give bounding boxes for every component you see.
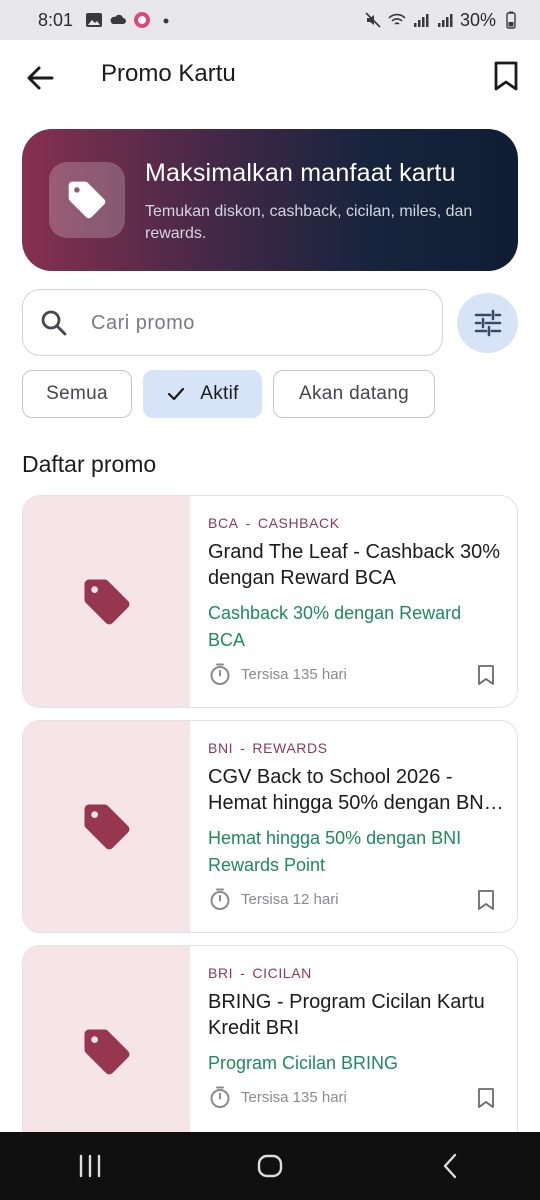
hero-banner: Maksimalkan manfaat kartu Temukan diskon… <box>22 129 518 271</box>
hero-icon-box <box>49 162 125 238</box>
mute-icon <box>365 12 381 28</box>
promo-body: BRI - CICILAN BRING - Program Cicilan Kart… <box>208 946 503 1157</box>
hero-title: Maksimalkan manfaat kartu <box>145 159 456 187</box>
promo-footer: Tersisa 12 hari <box>208 887 339 911</box>
chip-all[interactable]: Semua <box>22 370 132 418</box>
promo-highlight: Cashback 30% dengan Reward BCA <box>208 603 462 650</box>
filter-button[interactable] <box>457 293 518 353</box>
promo-thumbnail <box>23 496 190 707</box>
hero-subtitle: Temukan diskon, cashback, cicilan, miles… <box>145 203 473 242</box>
page-title: Promo Kartu <box>101 60 236 87</box>
promo-thumbnail <box>23 946 190 1157</box>
home-button[interactable] <box>240 1141 300 1191</box>
promo-meta: BRI - CICILAN <box>208 965 312 981</box>
signal-icon <box>413 14 429 27</box>
promo-body: BNI - REWARDS CGV Back to School 2026 - He… <box>208 721 503 932</box>
app-bar: Promo Kartu <box>0 40 540 112</box>
check-icon <box>168 387 185 401</box>
search-icon <box>41 310 67 336</box>
tune-icon <box>474 309 501 337</box>
tag-icon <box>84 1029 129 1074</box>
status-time: 8:01 <box>38 9 74 30</box>
timer-icon <box>210 888 230 910</box>
gallery-icon <box>86 13 103 27</box>
chip-all-label: Semua <box>46 383 108 404</box>
promo-card[interactable]: BRI - CICILAN BRING - Program Cicilan Kart… <box>22 945 518 1158</box>
promo-footer: Tersisa 135 hari <box>208 662 347 686</box>
promo-remaining: Tersisa 135 hari <box>241 665 347 683</box>
promo-card[interactable]: BNI - REWARDS CGV Back to School 2026 - He… <box>22 720 518 933</box>
chip-active-label: Aktif <box>200 383 239 404</box>
bookmark-icon[interactable] <box>475 1087 497 1109</box>
promo-title: CGV Back to School 2026 - Hemat hingga 5… <box>208 766 490 814</box>
arrow-left-icon <box>27 66 54 90</box>
app-notification-icon <box>134 12 151 28</box>
promo-remaining: Tersisa 12 hari <box>241 890 339 908</box>
promo-meta: BNI - REWARDS <box>208 740 328 756</box>
bookmark-icon <box>494 61 518 91</box>
weather-icon <box>110 14 127 24</box>
promo-category: CICILAN <box>252 965 312 981</box>
status-notification-icons <box>85 11 175 29</box>
promo-category: CASHBACK <box>257 515 340 531</box>
tag-icon <box>68 181 106 219</box>
wifi-icon <box>388 13 406 25</box>
battery-icon <box>506 11 516 29</box>
promo-bank: BNI <box>208 740 234 756</box>
promo-category: REWARDS <box>252 740 328 756</box>
section-title: Daftar promo <box>22 451 157 477</box>
recent-apps-button[interactable] <box>60 1141 120 1191</box>
promo-remaining: Tersisa 135 hari <box>241 1088 347 1106</box>
search-input[interactable] <box>91 306 421 340</box>
tag-icon <box>84 579 129 624</box>
promo-bank: BCA <box>208 515 239 531</box>
chip-upcoming-label: Akan datang <box>299 383 409 404</box>
promo-thumbnail <box>23 721 190 932</box>
recent-apps-icon <box>79 1154 101 1178</box>
back-nav-button[interactable] <box>420 1141 480 1191</box>
promo-footer: Tersisa 135 hari <box>208 1085 347 1109</box>
chip-upcoming[interactable]: Akan datang <box>273 370 435 418</box>
timer-icon <box>210 663 230 685</box>
signal-icon-2 <box>437 14 453 27</box>
home-icon <box>257 1154 283 1178</box>
status-bar: 8:01 30% <box>0 0 540 40</box>
chip-active[interactable]: Aktif <box>143 370 262 418</box>
promo-highlight: Hemat hingga 50% dengan BNI Rewards Poin… <box>208 828 462 875</box>
tag-icon <box>84 804 129 849</box>
bookmark-icon[interactable] <box>475 664 497 686</box>
more-dot-icon <box>163 18 169 24</box>
chevron-left-icon <box>443 1153 457 1179</box>
back-button[interactable] <box>22 60 58 96</box>
promo-title: BRING - Program Cicilan Kartu Kredit BRI <box>208 991 485 1039</box>
promo-bank: BRI <box>208 965 234 981</box>
search-box[interactable] <box>22 289 443 356</box>
timer-icon <box>210 1086 230 1108</box>
system-nav-bar <box>0 1132 540 1200</box>
promo-body: BCA - CASHBACK Grand The Leaf - Cashback 3… <box>208 496 503 707</box>
status-system-icons: 30% <box>364 10 520 31</box>
saved-promos-button[interactable] <box>488 58 524 94</box>
battery-percent: 30% <box>459 9 496 30</box>
bookmark-icon[interactable] <box>475 889 497 911</box>
promo-card[interactable]: BCA - CASHBACK Grand The Leaf - Cashback 3… <box>22 495 518 708</box>
promo-meta: BCA - CASHBACK <box>208 515 340 531</box>
promo-title: Grand The Leaf - Cashback 30% dengan Rew… <box>208 541 501 589</box>
promo-highlight: Program Cicilan BRING <box>208 1053 399 1073</box>
